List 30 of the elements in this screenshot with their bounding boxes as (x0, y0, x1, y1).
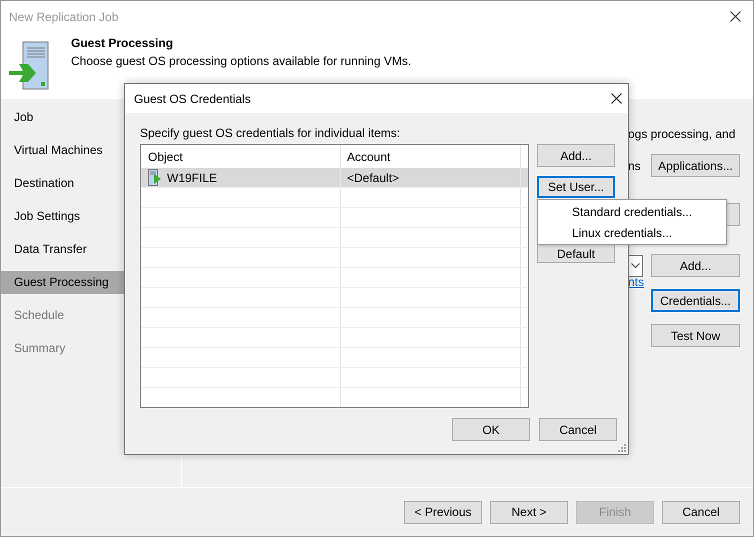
option-label: ns (628, 158, 641, 172)
wizard-button[interactable]: Next > (490, 500, 568, 524)
dialog-button[interactable]: OK (452, 418, 530, 441)
close-icon[interactable] (611, 93, 622, 104)
chevron-down-icon (630, 262, 640, 268)
wizard-button[interactable]: < Previous (404, 500, 482, 524)
window-title: New Replication Job (9, 10, 118, 24)
dialog-title: Guest OS Credentials (134, 92, 251, 106)
dropdown[interactable] (628, 254, 643, 276)
link[interactable]: nts (628, 275, 644, 289)
table-row[interactable]: W19FILE <Default> (141, 168, 528, 188)
menu-item[interactable]: Standard credentials... (572, 202, 700, 223)
wizard-button[interactable]: Cancel (662, 500, 740, 524)
dialog-side-button[interactable]: Add... (537, 144, 615, 167)
credentials-button[interactable]: Credentials... (651, 289, 740, 312)
table-cell: <Default> (341, 168, 521, 187)
add-button[interactable]: Add... (651, 254, 740, 277)
page-title: Guest Processing (71, 36, 174, 50)
close-icon[interactable] (730, 11, 741, 22)
dialog-side-button[interactable]: Set User... (537, 176, 615, 198)
resize-grip-icon[interactable] (618, 444, 626, 452)
instruction-text: Specify guest OS credentials for individual items: (140, 126, 402, 140)
table-cell: W19FILE (141, 168, 341, 187)
test-now-button[interactable]: Test Now (651, 324, 740, 347)
vm-icon (148, 168, 162, 186)
applications-button[interactable]: Applications... (651, 154, 740, 177)
description-text: ogs processing, and (628, 127, 736, 141)
server-arrow-icon (9, 41, 51, 91)
page-subtitle: Choose guest OS processing options available for running VMs. (71, 54, 412, 68)
dialog-button[interactable]: Cancel (539, 418, 617, 441)
